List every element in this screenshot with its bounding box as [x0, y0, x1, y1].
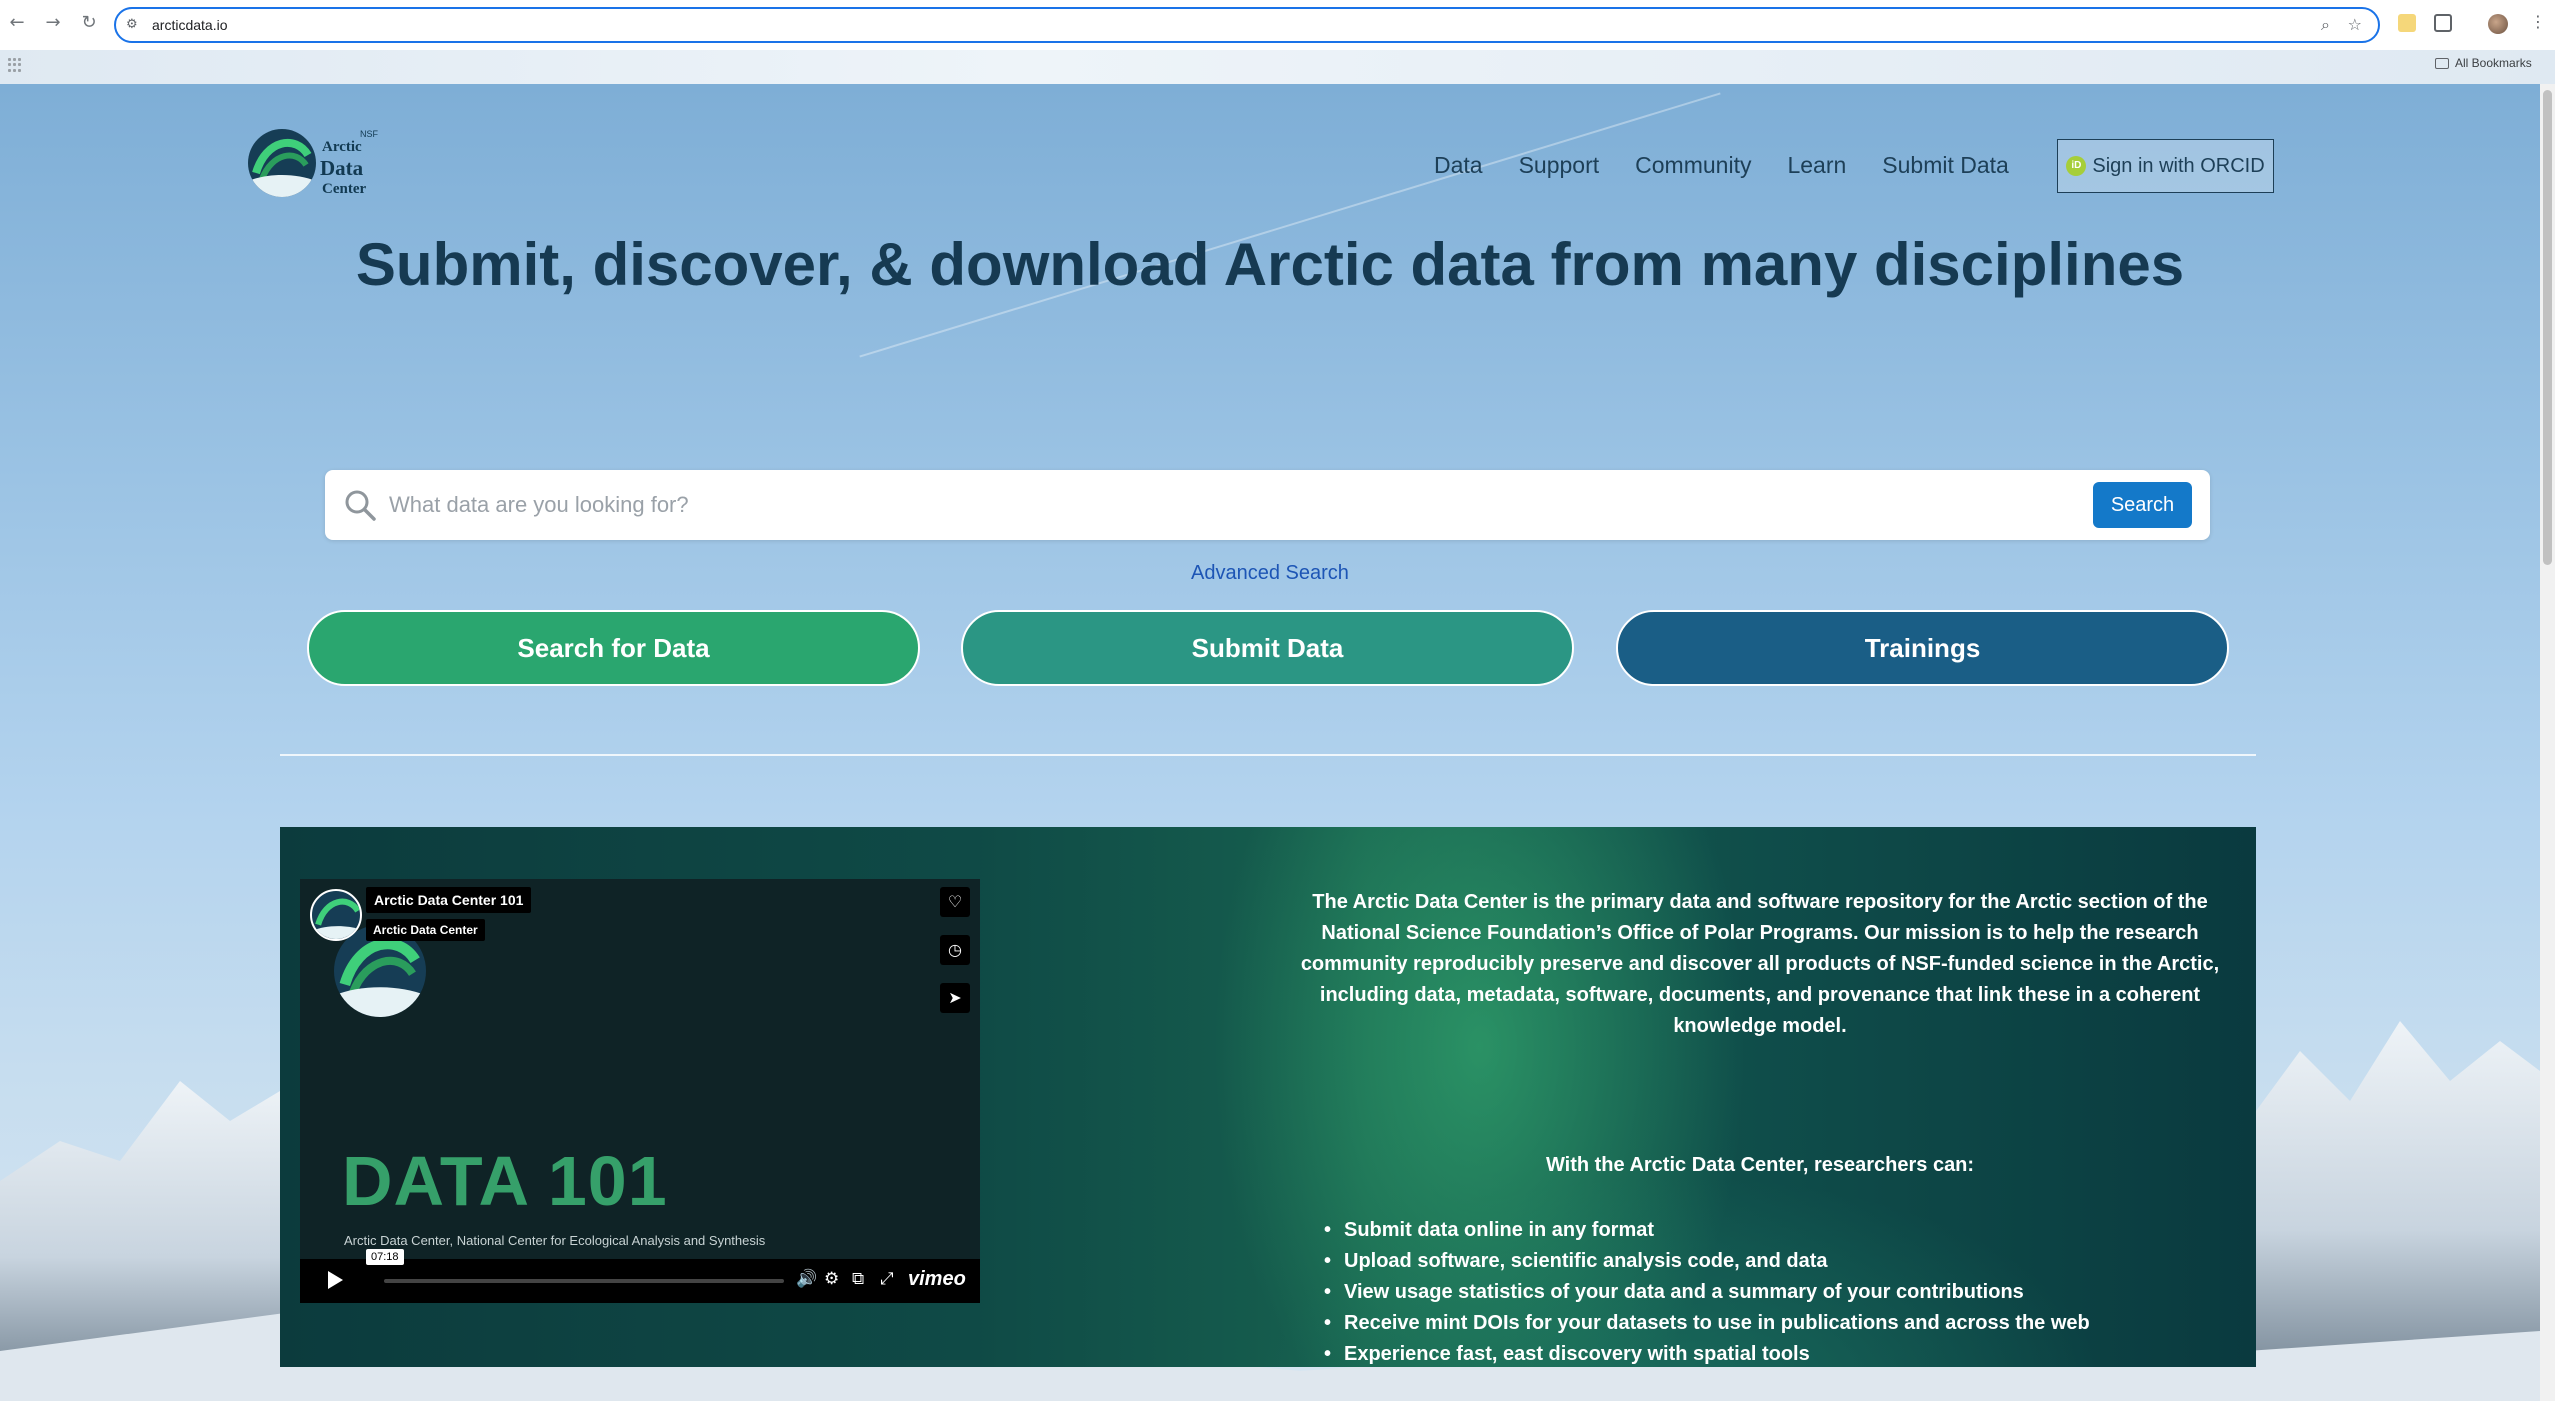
volume-icon[interactable]: 🔊: [796, 1269, 817, 1289]
search-input[interactable]: [389, 485, 1989, 525]
hero-title: Submit, discover, & download Arctic data…: [355, 231, 2185, 298]
orcid-icon: iD: [2066, 156, 2087, 176]
profile-avatar[interactable]: [2488, 14, 2508, 34]
apps-grid-icon[interactable]: [8, 58, 22, 72]
video-channel[interactable]: Arctic Data Center: [366, 919, 485, 941]
vimeo-logo[interactable]: vimeo: [908, 1268, 966, 1291]
submit-data-button[interactable]: Submit Data: [961, 610, 1574, 686]
list-item: Receive mint DOIs for your datasets to u…: [1328, 1308, 2090, 1339]
sign-in-orcid-button[interactable]: iD Sign in with ORCID: [2057, 139, 2274, 193]
scrollbar-thumb[interactable]: [2543, 90, 2552, 565]
extensions-puzzle-icon[interactable]: [2434, 14, 2452, 32]
search-button[interactable]: Search: [2093, 482, 2192, 528]
url-text[interactable]: arcticdata.io: [152, 17, 227, 33]
channel-avatar[interactable]: [310, 889, 362, 941]
all-bookmarks[interactable]: All Bookmarks: [2435, 56, 2532, 70]
nav-data[interactable]: Data: [1434, 152, 1483, 179]
back-arrow-icon[interactable]: ←: [6, 12, 28, 34]
play-icon[interactable]: [328, 1271, 343, 1289]
settings-gear-icon[interactable]: ⚙: [824, 1269, 839, 1289]
about-heading: With the Arctic Data Center, researchers…: [1545, 1154, 1975, 1176]
bookmark-star-icon[interactable]: ☆: [2348, 15, 2362, 35]
list-item: Upload software, scientific analysis cod…: [1328, 1246, 2090, 1277]
address-bar[interactable]: ⚙ arcticdata.io ⌕ ☆: [114, 7, 2380, 43]
bookmarks-bar: [0, 50, 2555, 84]
watch-later-clock-icon[interactable]: ◷: [940, 935, 970, 965]
list-item: Submit data online in any format: [1328, 1215, 2090, 1246]
site-settings-icon[interactable]: ⚙: [126, 16, 144, 34]
forward-arrow-icon[interactable]: →: [42, 12, 64, 34]
trainings-button[interactable]: Trainings: [1616, 610, 2229, 686]
search-bar: Search: [325, 470, 2210, 540]
nav-learn[interactable]: Learn: [1787, 152, 1846, 179]
main-navigation: Data Support Community Learn Submit Data: [1434, 152, 2009, 179]
nav-community[interactable]: Community: [1635, 152, 1751, 179]
sign-in-label: Sign in with ORCID: [2092, 154, 2265, 177]
list-item: Experience fast, east discovery with spa…: [1328, 1339, 2090, 1370]
video-progress-track[interactable]: [384, 1279, 784, 1283]
video-duration: 07:18: [366, 1249, 404, 1265]
search-icon: [345, 490, 376, 521]
page-background: NSF Arctic Data Center Data Support Comm…: [0, 84, 2540, 1401]
advanced-search-link[interactable]: Advanced Search: [0, 562, 2540, 585]
picture-in-picture-icon[interactable]: ⧉: [852, 1269, 864, 1289]
logo-line-2: Data: [320, 156, 364, 180]
reload-icon[interactable]: ↻: [78, 12, 100, 34]
video-player[interactable]: Arctic Data Center 101 Arctic Data Cente…: [300, 879, 980, 1303]
nav-support[interactable]: Support: [1519, 152, 1600, 179]
list-item: View usage statistics of your data and a…: [1328, 1277, 2090, 1308]
arctic-data-center-logo[interactable]: NSF Arctic Data Center: [248, 129, 388, 209]
sky-contrail: [859, 92, 1721, 358]
section-divider: [280, 754, 2256, 756]
about-paragraph: The Arctic Data Center is the primary da…: [1300, 891, 2220, 1037]
nav-submit-data[interactable]: Submit Data: [1882, 152, 2009, 179]
share-icon[interactable]: ➤: [940, 983, 970, 1013]
video-title[interactable]: Arctic Data Center 101: [366, 887, 532, 913]
like-heart-icon[interactable]: ♡: [940, 887, 970, 917]
browser-menu-icon[interactable]: ⋮: [2530, 12, 2546, 31]
zoom-icon[interactable]: ⌕: [2321, 15, 2330, 35]
all-bookmarks-label: All Bookmarks: [2455, 56, 2532, 70]
logo-line-1: Arctic: [322, 139, 362, 155]
video-controls: 07:18 🔊 ⚙ ⧉ ⤢ vimeo: [300, 1249, 980, 1303]
search-for-data-button[interactable]: Search for Data: [307, 610, 920, 686]
video-big-title: DATA 101: [342, 1142, 668, 1220]
folder-icon: [2435, 57, 2449, 69]
logo-nsf-text: NSF: [360, 129, 378, 139]
video-caption: Arctic Data Center, National Center for …: [344, 1233, 766, 1248]
extension-folder-icon[interactable]: [2398, 14, 2416, 32]
logo-line-3: Center: [322, 181, 367, 197]
about-panel: Arctic Data Center 101 Arctic Data Cente…: [280, 827, 2256, 1367]
capabilities-list: Submit data online in any format Upload …: [1328, 1215, 2090, 1370]
aurora-logo-icon: [248, 129, 316, 197]
fullscreen-icon[interactable]: ⤢: [880, 1269, 894, 1289]
page-scrollbar[interactable]: [2540, 84, 2555, 1401]
browser-toolbar: ← → ↻ ⚙ arcticdata.io ⌕ ☆ ⋮: [0, 0, 2555, 50]
